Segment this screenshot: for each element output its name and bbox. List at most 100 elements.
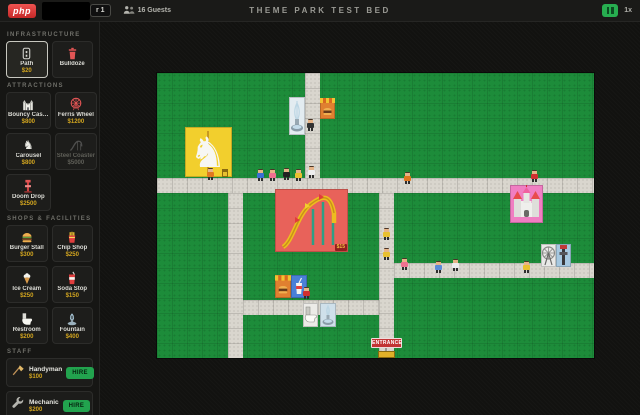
- pause-icon: [607, 7, 610, 14]
- section-title-attractions: ATTRACTIONS: [7, 83, 93, 89]
- top-bar: php r 1 16 Guests THEME PARK TEST BED 1x: [0, 0, 640, 22]
- wrench-icon: [11, 396, 25, 415]
- guest-count-label: 16 Guests: [138, 7, 171, 14]
- guest-sprite: [523, 261, 530, 273]
- tool-price: $1200: [68, 119, 85, 125]
- ride-bouncy-castle[interactable]: [510, 185, 543, 223]
- tool-path[interactable]: Path$20: [6, 41, 48, 78]
- ride-burger-stall-top[interactable]: [320, 98, 335, 119]
- staff-section-title: STAFF: [7, 349, 93, 355]
- tool-price: $20: [22, 68, 32, 74]
- speed-label[interactable]: 1x: [624, 7, 632, 14]
- staff-card-mechanic: Mechanic$200 HIRE: [6, 391, 93, 415]
- tool-fountain[interactable]: Fountain$400: [52, 307, 94, 344]
- pause-button[interactable]: [602, 4, 618, 17]
- ride-doom-drop[interactable]: [556, 244, 571, 267]
- tool-grid: Bouncy Cas…$800 Ferris Wheel$1200 ♞Carouse…: [6, 92, 93, 211]
- tool-bulldoze[interactable]: Bulldoze: [52, 41, 94, 78]
- chips-icon: [65, 230, 79, 244]
- guest-sprite: [269, 169, 276, 181]
- guest-sprite: [257, 169, 264, 181]
- ride-price-label: $15: [335, 244, 347, 251]
- path-tile: [379, 193, 394, 358]
- path-tile: [228, 193, 243, 358]
- staff-price: $200: [29, 407, 59, 413]
- guest-sprite: [303, 287, 310, 299]
- tool-name: Steel Coaster: [57, 153, 95, 159]
- tool-name: Path: [20, 61, 33, 67]
- tool-chip-shop[interactable]: Chip Shop$250: [52, 225, 94, 262]
- guest-sprite: [383, 248, 390, 260]
- fountain-icon: [65, 312, 79, 326]
- guest-sprite: [435, 261, 442, 273]
- ride-fountain-top[interactable]: [289, 97, 305, 135]
- section-title-infrastructure: INFRASTRUCTURE: [7, 32, 93, 38]
- tool-price: $5000: [68, 160, 85, 166]
- staff-list: Handyman$100HIREMechanic$200HIRE: [6, 358, 93, 415]
- ride-burger-stall-2[interactable]: [275, 275, 291, 298]
- hire-button-handyman[interactable]: HIRE: [66, 367, 94, 379]
- hire-button-mechanic[interactable]: HIRE: [63, 400, 91, 412]
- tool-ferris-wheel[interactable]: Ferris Wheel$1200: [55, 92, 97, 129]
- ride-fountain-2[interactable]: [320, 303, 336, 327]
- php-logo: php: [8, 4, 36, 18]
- tool-name: Doom Drop: [12, 194, 45, 200]
- staff-name: Mechanic: [29, 399, 59, 406]
- tower-icon: [21, 179, 35, 193]
- ride-ferris-wheel[interactable]: [541, 244, 556, 267]
- broom-icon: [11, 363, 25, 382]
- guest-sprite: [531, 170, 538, 182]
- section-title-shops-facilities: SHOPS & FACILITIES: [7, 216, 93, 222]
- coaster-icon: [69, 138, 83, 152]
- tool-price: $300: [20, 252, 33, 258]
- guest-sprite: [452, 259, 459, 271]
- guest-count: 16 Guests: [123, 5, 171, 17]
- tool-name: Ice Cream: [12, 286, 41, 292]
- tool-name: Ferris Wheel: [58, 112, 94, 118]
- tool-name: Soda Stop: [57, 286, 87, 292]
- guest-sprite: [308, 166, 315, 178]
- tool-price: $150: [66, 293, 79, 299]
- tool-soda-stop[interactable]: Soda Stop$150: [52, 266, 94, 303]
- tool-steel-coaster[interactable]: Steel Coaster$5000: [55, 133, 97, 170]
- tool-price: $400: [66, 334, 79, 340]
- tool-price: $200: [20, 334, 33, 340]
- tool-name: Bulldoze: [60, 61, 85, 67]
- entrance-gate: [378, 351, 395, 358]
- tool-name: Burger Stall: [10, 245, 44, 251]
- guest-sprite: [404, 172, 411, 184]
- guest-sprite: [207, 168, 214, 180]
- tool-price: $250: [66, 252, 79, 258]
- entrance-sign: ENTRANCE: [371, 338, 402, 348]
- park-map[interactable]: ♞$15ENTRANCE: [157, 73, 594, 358]
- tool-ice-cream[interactable]: Ice Cream$250: [6, 266, 48, 303]
- soda-icon: [65, 271, 79, 285]
- tool-name: Restroom: [13, 327, 41, 333]
- tool-name: Fountain: [60, 327, 85, 333]
- guest-sprite: [307, 119, 314, 131]
- tool-price: $800: [22, 160, 35, 166]
- tool-doom-drop[interactable]: Doom Drop$2500: [6, 174, 51, 211]
- bulldoze-icon: [66, 46, 79, 60]
- ride-restroom[interactable]: [303, 303, 318, 327]
- carousel-icon: ♞: [23, 138, 34, 152]
- main-area: ♞$15ENTRANCE: [100, 22, 640, 415]
- tool-carousel[interactable]: ♞Carousel$800: [6, 133, 51, 170]
- guest-sprite: [401, 258, 408, 270]
- staff-name: Handyman: [29, 366, 62, 373]
- ride-steel-coaster[interactable]: $15: [275, 189, 348, 252]
- redacted-overlay: [42, 2, 90, 20]
- tool-price: $250: [20, 293, 33, 299]
- app: php r 1 16 Guests THEME PARK TEST BED 1x…: [0, 0, 640, 415]
- tool-bouncy-cas[interactable]: Bouncy Cas…$800: [6, 92, 51, 129]
- page-title: THEME PARK TEST BED: [249, 6, 391, 15]
- toilet-icon: [20, 312, 34, 326]
- tool-burger-stall[interactable]: Burger Stall$300: [6, 225, 48, 262]
- icecream-icon: [20, 271, 34, 285]
- tool-price: $2500: [20, 201, 37, 207]
- castle-icon: [21, 97, 35, 111]
- bin-prop: [222, 169, 228, 177]
- tool-sections: INFRASTRUCTURE Path$20 Bulldoze ATTRACTIONS…: [6, 32, 93, 344]
- burger-icon: [20, 230, 34, 244]
- tool-restroom[interactable]: Restroom$200: [6, 307, 48, 344]
